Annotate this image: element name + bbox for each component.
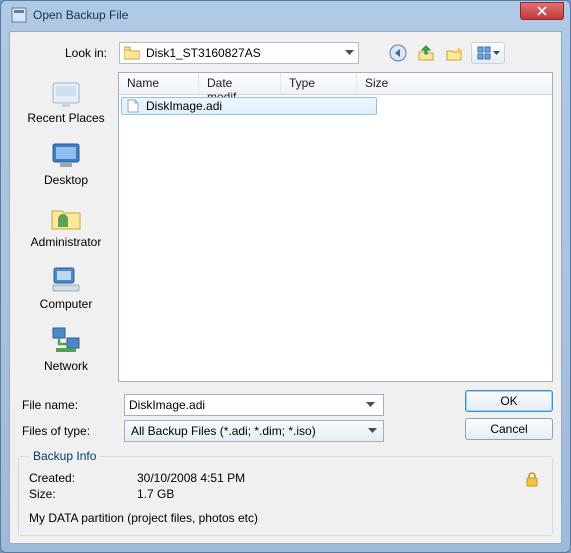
- col-size[interactable]: Size: [357, 73, 417, 94]
- up-one-level-button[interactable]: [415, 42, 437, 64]
- place-label: Recent Places: [27, 111, 104, 125]
- app-icon: [11, 7, 27, 23]
- chevron-down-icon[interactable]: [368, 428, 377, 434]
- lookin-row: Look in: Disk1_ST3160827AS: [18, 42, 553, 64]
- col-name[interactable]: Name: [119, 73, 199, 94]
- window-title: Open Backup File: [33, 8, 566, 22]
- filetype-select[interactable]: All Backup Files (*.adi; *.dim; *.iso): [124, 420, 384, 442]
- ok-button[interactable]: OK: [465, 390, 553, 412]
- place-network[interactable]: Network: [20, 320, 112, 378]
- close-button[interactable]: [520, 2, 564, 20]
- place-label: Computer: [40, 297, 93, 311]
- size-value: 1.7 GB: [137, 487, 174, 501]
- place-label: Administrator: [31, 235, 102, 249]
- filename-input[interactable]: [124, 394, 384, 416]
- place-admin[interactable]: Administrator: [20, 196, 112, 254]
- place-computer[interactable]: Computer: [20, 258, 112, 316]
- file-list[interactable]: Name Date modif... Type Size DiskImage.a…: [118, 72, 553, 382]
- backup-description: My DATA partition (project files, photos…: [29, 511, 542, 525]
- lookin-label: Look in:: [18, 46, 113, 60]
- client-area: Look in: Disk1_ST3160827AS: [9, 31, 562, 544]
- filetype-label: Files of type:: [18, 424, 118, 438]
- places-bar: Recent Places Desktop Administrator Comp…: [18, 72, 114, 382]
- file-name: DiskImage.adi: [146, 99, 222, 113]
- view-menu-button[interactable]: [471, 42, 505, 64]
- col-type[interactable]: Type: [281, 73, 357, 94]
- file-icon: [126, 99, 140, 113]
- list-item[interactable]: DiskImage.adi: [121, 97, 377, 115]
- col-date[interactable]: Date modif...: [199, 73, 281, 94]
- titlebar[interactable]: Open Backup File: [1, 1, 570, 29]
- back-button[interactable]: [387, 42, 409, 64]
- column-headers[interactable]: Name Date modif... Type Size: [119, 73, 552, 95]
- lookin-value: Disk1_ST3160827AS: [146, 46, 261, 60]
- dialog-window: Open Backup File Look in: Disk1_ST316082…: [0, 0, 571, 553]
- lock-icon: [524, 471, 540, 487]
- cancel-button[interactable]: Cancel: [465, 418, 553, 440]
- new-folder-button[interactable]: [443, 42, 465, 64]
- filename-field[interactable]: [129, 398, 358, 412]
- lookin-combo[interactable]: Disk1_ST3160827AS: [119, 42, 359, 64]
- group-legend: Backup Info: [29, 449, 100, 463]
- place-recent[interactable]: Recent Places: [20, 72, 112, 130]
- place-desktop[interactable]: Desktop: [20, 134, 112, 192]
- filetype-value: All Backup Files (*.adi; *.dim; *.iso): [131, 424, 316, 438]
- chevron-down-icon[interactable]: [362, 402, 379, 408]
- created-value: 30/10/2008 4:51 PM: [137, 471, 245, 485]
- filename-label: File name:: [18, 398, 118, 412]
- size-label: Size:: [29, 487, 129, 501]
- place-label: Network: [44, 359, 88, 373]
- place-label: Desktop: [44, 173, 88, 187]
- created-label: Created:: [29, 471, 129, 485]
- chevron-down-icon[interactable]: [345, 50, 354, 56]
- backup-info-group: Backup Info Created: 30/10/2008 4:51 PM …: [18, 456, 553, 536]
- folder-icon: [124, 46, 140, 60]
